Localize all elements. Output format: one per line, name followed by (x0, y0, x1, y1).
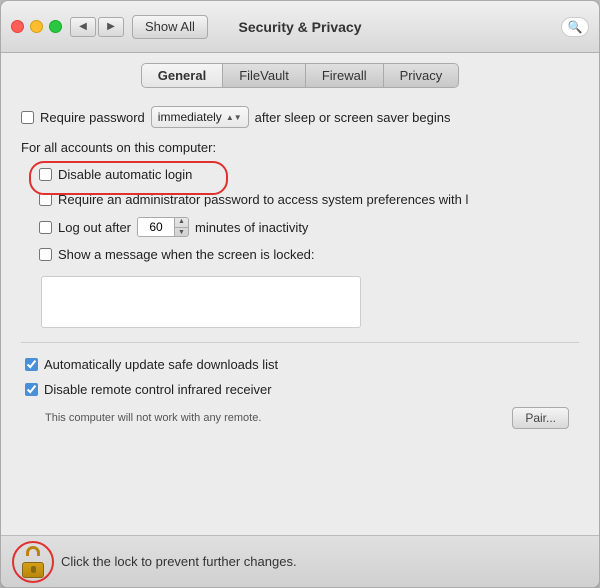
show-message-label: Show a message when the screen is locked… (58, 247, 315, 262)
bottom-bar: Click the lock to prevent further change… (1, 535, 599, 587)
for-all-accounts-label: For all accounts on this computer: (21, 140, 216, 155)
minimize-button[interactable] (30, 20, 43, 33)
settings-area: Require password immediately ▲▼ after sl… (21, 106, 579, 429)
no-remote-row: This computer will not work with any rem… (25, 407, 579, 429)
password-interval-dropdown[interactable]: immediately ▲▼ (151, 106, 249, 128)
log-out-minutes-field[interactable]: 60 (138, 217, 174, 237)
show-all-button[interactable]: Show All (132, 15, 208, 39)
maximize-button[interactable] (49, 20, 62, 33)
auto-update-checkbox[interactable] (25, 358, 38, 371)
log-out-row: Log out after 60 ▲ ▼ minutes of inactivi… (39, 217, 579, 237)
spinner-down-icon[interactable]: ▼ (175, 228, 188, 238)
lock-shackle (26, 546, 40, 556)
tab-firewall[interactable]: Firewall (306, 64, 384, 87)
lock-body (22, 562, 44, 578)
log-out-checkbox[interactable] (39, 221, 52, 234)
titlebar: ◀ ▶ Show All Security & Privacy 🔍 (1, 1, 599, 53)
spinner-up-icon[interactable]: ▲ (175, 217, 188, 228)
auto-update-label: Automatically update safe downloads list (44, 357, 278, 372)
tab-bar: General FileVault Firewall Privacy (141, 63, 459, 88)
password-interval-value: immediately (158, 110, 222, 124)
nav-arrows: ◀ ▶ (70, 17, 124, 37)
log-out-label: Log out after (58, 220, 131, 235)
require-password-checkbox[interactable] (21, 111, 34, 124)
tab-privacy[interactable]: Privacy (384, 64, 459, 87)
forward-button[interactable]: ▶ (98, 17, 124, 37)
close-button[interactable] (11, 20, 24, 33)
disable-auto-login-label: Disable automatic login (58, 167, 192, 182)
tab-general[interactable]: General (142, 64, 223, 87)
require-password-row: Require password immediately ▲▼ after sl… (21, 106, 579, 128)
log-out-minutes-input[interactable]: 60 ▲ ▼ (137, 217, 189, 237)
show-message-checkbox[interactable] (39, 248, 52, 261)
disable-remote-checkbox[interactable] (25, 383, 38, 396)
divider (21, 342, 579, 343)
no-remote-text: This computer will not work with any rem… (45, 412, 261, 424)
require-admin-label: Require an administrator password to acc… (58, 192, 468, 207)
message-textbox[interactable] (41, 276, 361, 328)
traffic-lights (11, 20, 62, 33)
for-all-accounts-row: For all accounts on this computer: (21, 138, 579, 157)
back-button[interactable]: ◀ (70, 17, 96, 37)
tab-filevault[interactable]: FileVault (223, 64, 306, 87)
window-title: Security & Privacy (239, 19, 362, 35)
dropdown-arrow-icon: ▲▼ (226, 113, 242, 122)
disable-auto-login-row: Disable automatic login (39, 167, 579, 182)
log-out-spinners: ▲ ▼ (174, 217, 188, 237)
require-password-label: Require password (40, 110, 145, 125)
show-message-row: Show a message when the screen is locked… (39, 247, 579, 262)
disable-remote-row: Disable remote control infrared receiver (25, 382, 579, 397)
disable-remote-label: Disable remote control infrared receiver (44, 382, 272, 397)
pair-button[interactable]: Pair... (512, 407, 569, 429)
auto-update-row: Automatically update safe downloads list (25, 357, 579, 372)
after-sleep-label: after sleep or screen saver begins (255, 110, 451, 125)
main-content: General FileVault Firewall Privacy Requi… (1, 53, 599, 535)
window: ◀ ▶ Show All Security & Privacy 🔍 Genera… (0, 0, 600, 588)
disable-auto-login-checkbox[interactable] (39, 168, 52, 181)
lock-text: Click the lock to prevent further change… (61, 554, 297, 569)
search-box[interactable]: 🔍 (561, 17, 589, 37)
require-admin-row: Require an administrator password to acc… (39, 192, 579, 207)
require-admin-checkbox[interactable] (39, 193, 52, 206)
lock-icon[interactable] (15, 544, 51, 580)
log-out-after-label: minutes of inactivity (195, 220, 308, 235)
